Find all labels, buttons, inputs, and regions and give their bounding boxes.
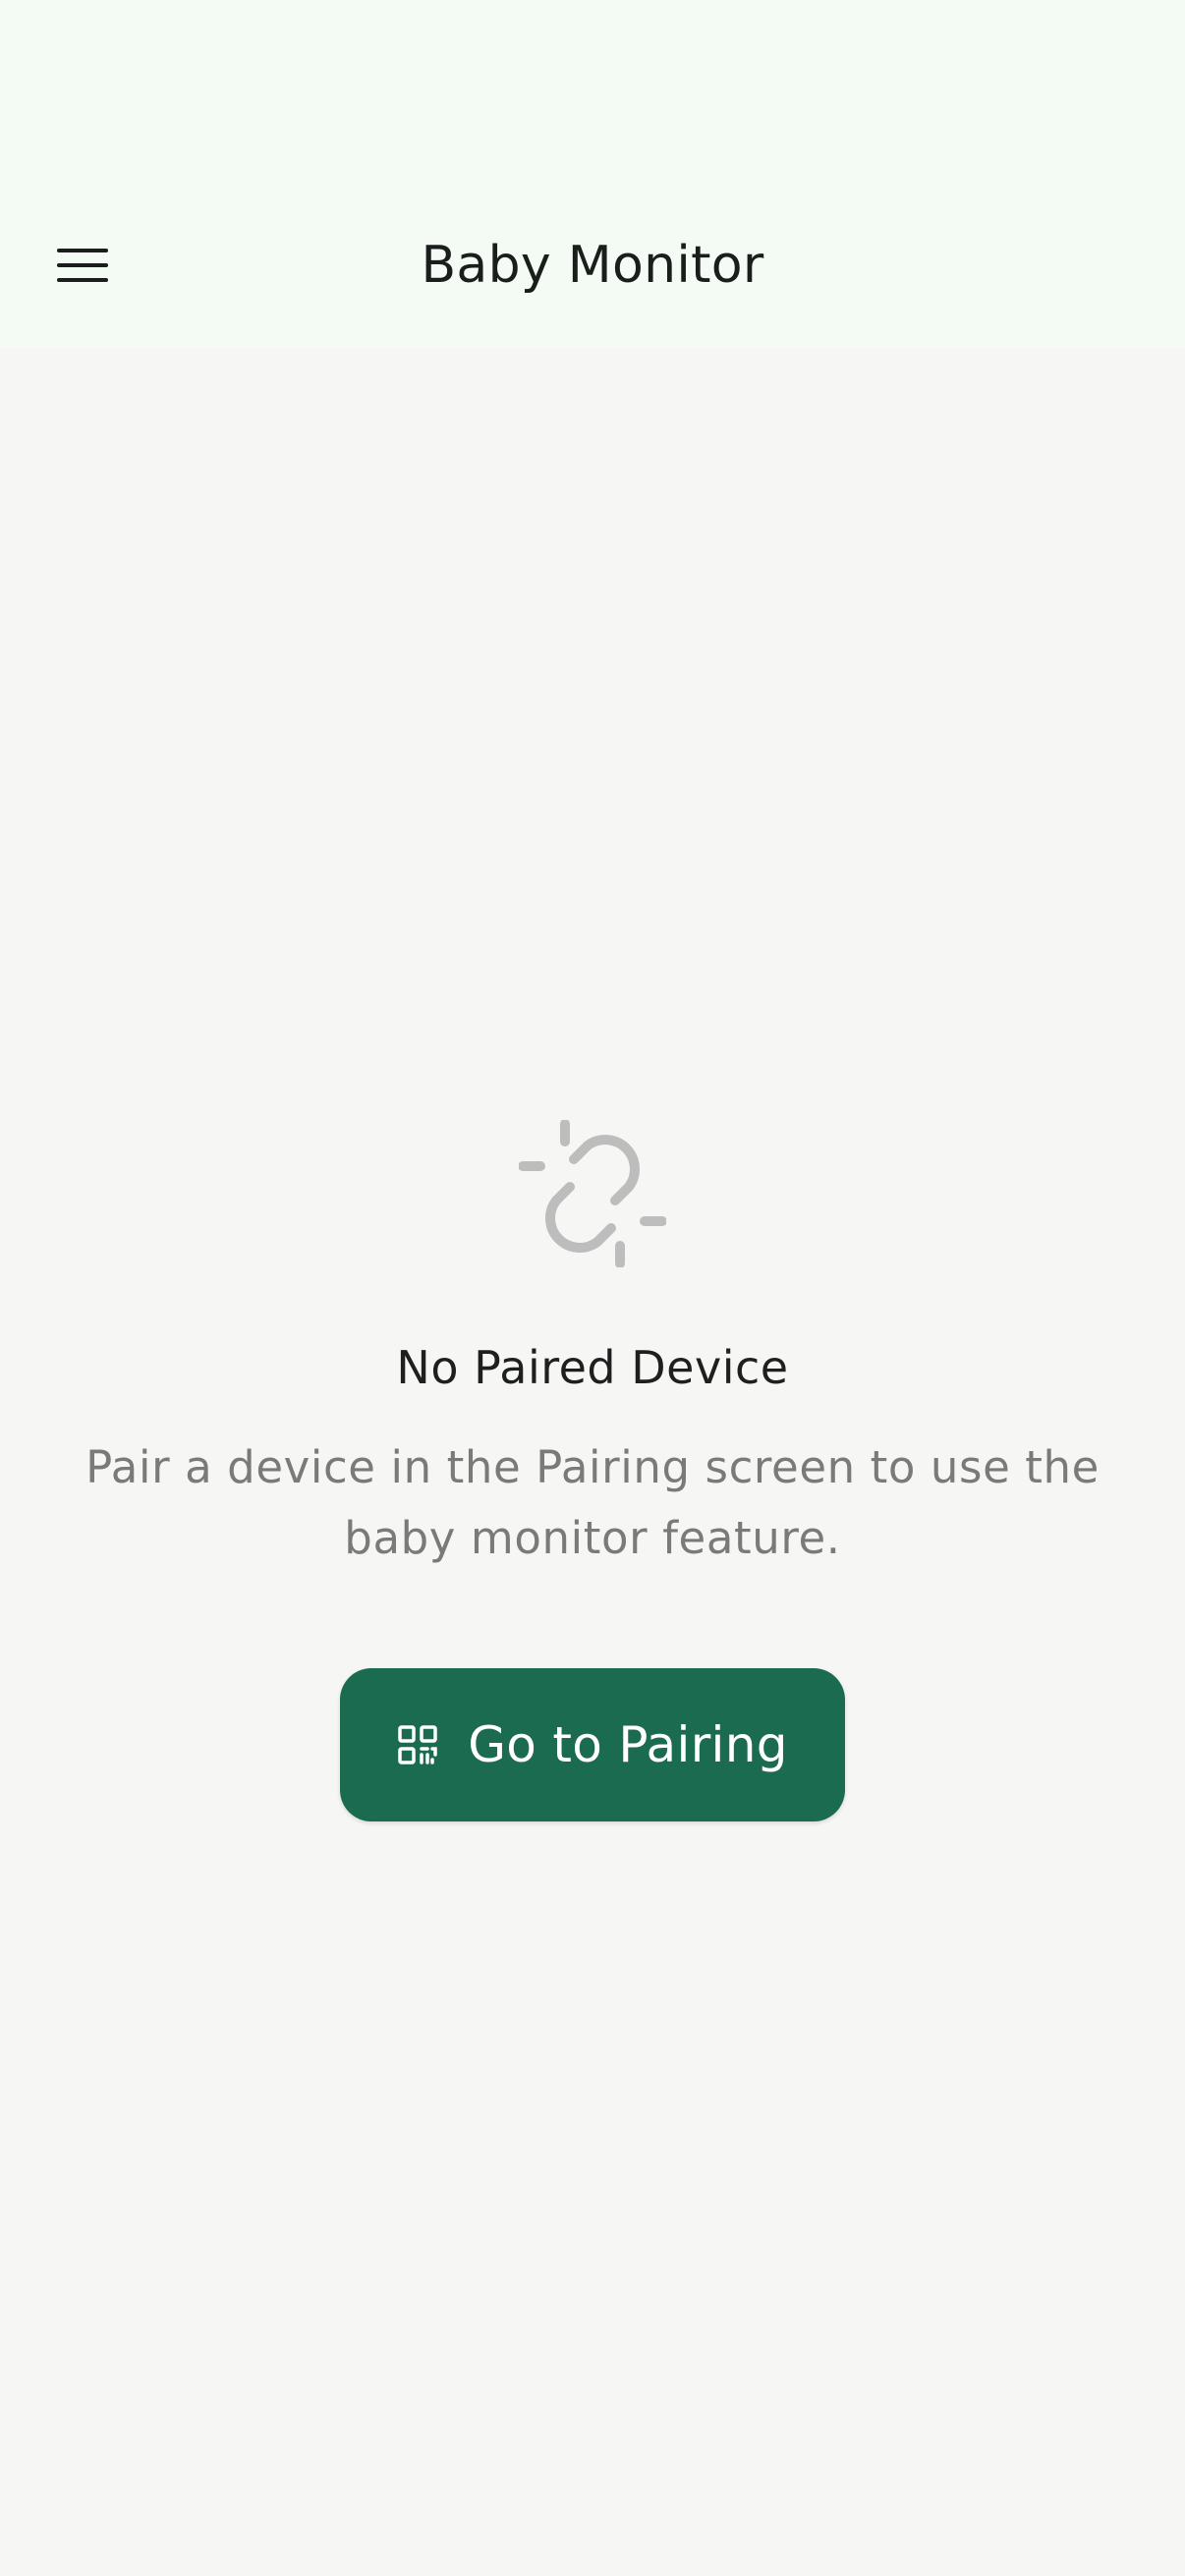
link-off-icon xyxy=(519,1120,666,1267)
page-title: Baby Monitor xyxy=(421,236,764,295)
empty-state-description: Pair a device in the Pairing screen to u… xyxy=(85,1441,1100,1564)
app-bar: Baby Monitor xyxy=(0,0,1185,348)
qr-code-icon xyxy=(398,1725,437,1764)
baby-monitor-screen: Baby Monitor No Paired Device Pair a dev… xyxy=(0,0,1185,2576)
empty-state: No Paired Device Pair a device in the Pa… xyxy=(0,1120,1185,1574)
go-to-pairing-button[interactable]: Go to Pairing xyxy=(340,1668,845,1821)
go-to-pairing-label: Go to Pairing xyxy=(468,1716,788,1773)
empty-state-title: No Paired Device xyxy=(396,1341,789,1394)
